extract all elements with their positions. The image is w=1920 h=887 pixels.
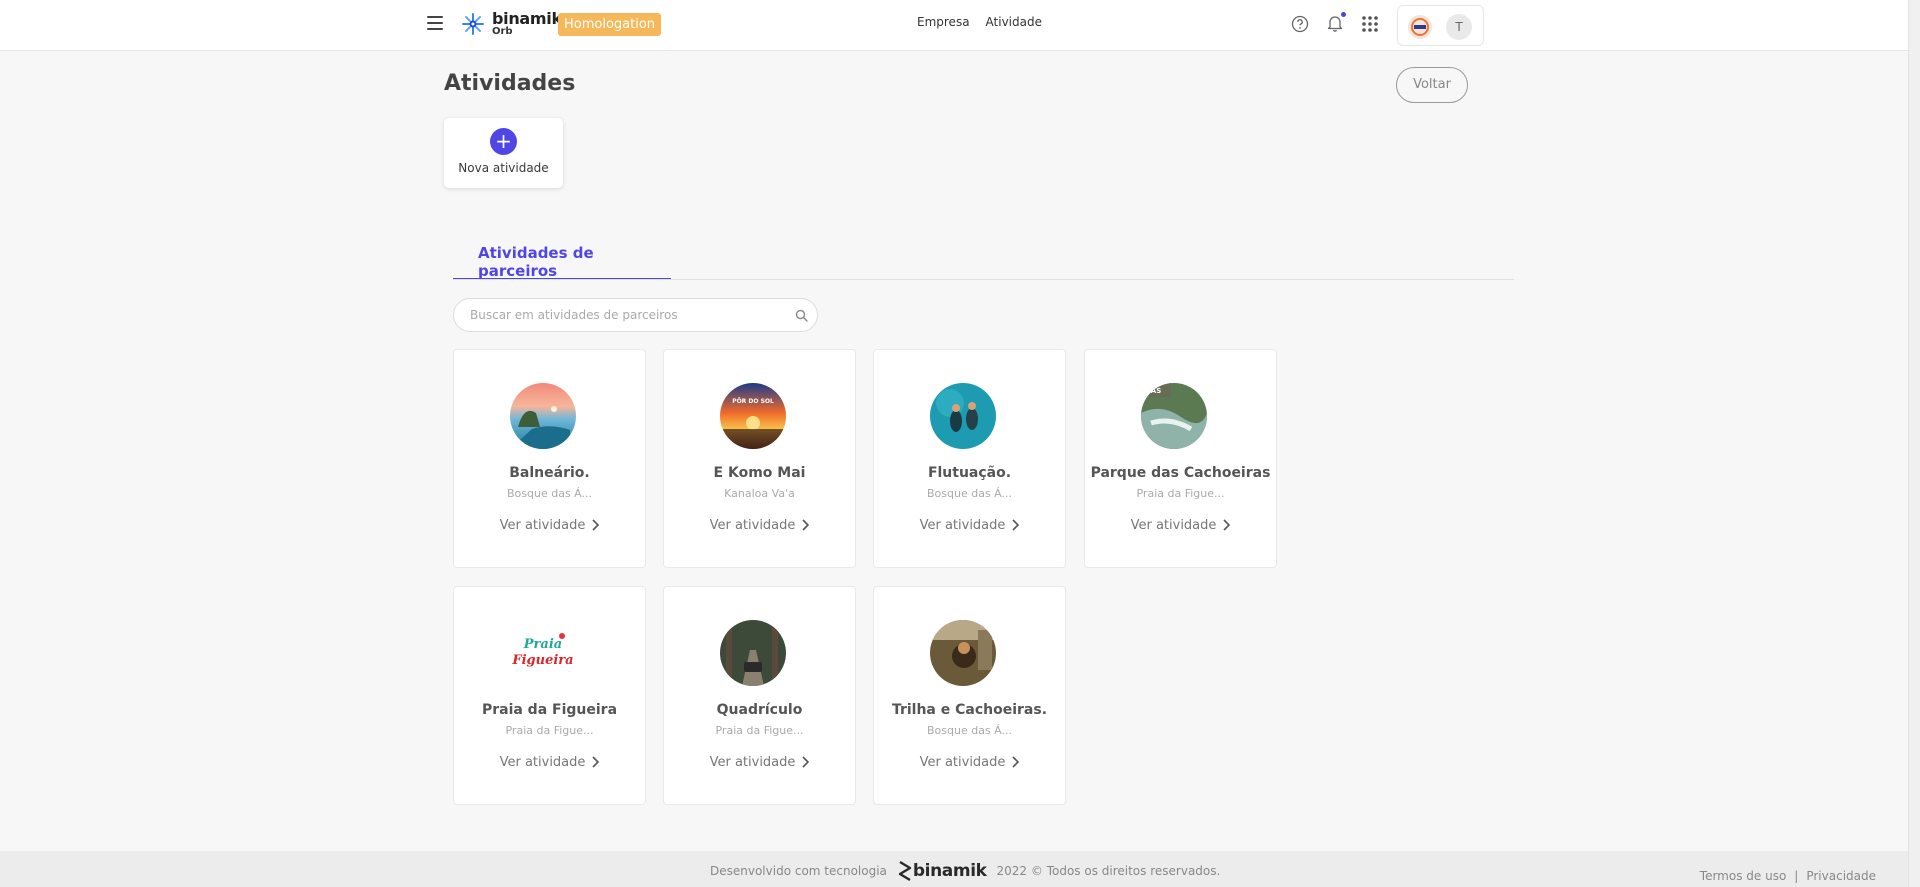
chevron-right-icon: [1223, 519, 1231, 531]
developed-by-text: Desenvolvido com tecnologia: [710, 864, 887, 878]
activity-title: Flutuação.: [927, 465, 1012, 481]
activity-partner: Bosque das Á...: [927, 724, 1012, 737]
footer-links: Termos de uso | Privacidade: [1700, 869, 1876, 883]
activity-title: E Komo Mai: [713, 465, 806, 481]
activity-title: Balneário.: [509, 465, 590, 481]
activity-partner: Bosque das Á...: [507, 487, 592, 500]
search-input[interactable]: [470, 299, 780, 331]
view-activity-link[interactable]: Ver atividade: [664, 518, 855, 533]
activity-title: Quadrículo: [716, 702, 803, 718]
activity-thumbnail: [720, 620, 786, 686]
user-avatar: T: [1446, 14, 1472, 40]
terms-link[interactable]: Termos de uso: [1700, 869, 1787, 883]
view-activity-label: Ver atividade: [919, 518, 1006, 533]
footer-brand-name: binamik: [912, 861, 987, 881]
activity-card[interactable]: Praia Figueira Praia da Figueira Praia d…: [453, 586, 646, 805]
logo-subtitle: Orb: [492, 26, 513, 37]
plus-icon: +: [490, 128, 517, 155]
activity-card[interactable]: DAS Parque das Cachoeiras Praia da Figue…: [1084, 349, 1277, 568]
view-activity-link[interactable]: Ver atividade: [874, 755, 1065, 770]
top-nav: Empresa Atividade: [917, 15, 1042, 29]
user-menu[interactable]: T: [1397, 5, 1484, 46]
view-activity-link[interactable]: Ver atividade: [454, 518, 645, 533]
new-activity-button[interactable]: + Nova atividade: [444, 118, 563, 188]
activity-title: Trilha e Cachoeiras.: [891, 702, 1048, 718]
view-activity-label: Ver atividade: [499, 518, 586, 533]
tab-label: Atividades de parceiros: [478, 244, 594, 280]
activity-title: Praia da Figueira: [481, 702, 618, 718]
view-activity-label: Ver atividade: [1130, 518, 1217, 533]
hamburger-menu-icon[interactable]: [427, 16, 443, 32]
thumbnail-text: PÔR DO SOL: [732, 398, 774, 405]
privacy-link[interactable]: Privacidade: [1806, 869, 1876, 883]
chevron-right-icon: [592, 756, 600, 768]
footer-brand[interactable]: binamik: [897, 860, 987, 882]
footer: Desenvolvido com tecnologia binamik 2022…: [0, 851, 1908, 887]
copyright-text: 2022 © Todos os direitos reservados.: [996, 864, 1221, 878]
view-activity-link[interactable]: Ver atividade: [874, 518, 1065, 533]
view-activity-link[interactable]: Ver atividade: [454, 755, 645, 770]
chevron-right-icon: [592, 519, 600, 531]
tab-atividades-de-parceiros[interactable]: Atividades de parceiros: [453, 230, 671, 280]
view-activity-link[interactable]: Ver atividade: [664, 755, 855, 770]
activity-card[interactable]: PÔR DO SOL E Komo Mai Kanaloa Va'a Ver a…: [663, 349, 856, 568]
binamik-logo[interactable]: binamik Orb: [460, 11, 562, 37]
logo-name: binamik: [492, 9, 562, 28]
activity-partner: Praia da Figue...: [1136, 487, 1225, 500]
chevron-right-icon: [1012, 756, 1020, 768]
nav-empresa[interactable]: Empresa: [917, 15, 970, 29]
thumbnail-text: Figueira: [511, 653, 573, 668]
activity-partner: Bosque das Á...: [927, 487, 1012, 500]
activity-partner: Praia da Figue...: [505, 724, 594, 737]
page-scrollbar[interactable]: [1908, 0, 1920, 887]
activity-card[interactable]: Trilha e Cachoeiras. Bosque das Á... Ver…: [873, 586, 1066, 805]
activity-thumbnail: [930, 620, 996, 686]
chevron-right-icon: [802, 519, 810, 531]
view-activity-label: Ver atividade: [499, 755, 586, 770]
notification-dot: [1341, 12, 1346, 17]
view-activity-link[interactable]: Ver atividade: [1085, 518, 1276, 533]
activity-card[interactable]: Flutuação. Bosque das Á... Ver atividade: [873, 349, 1066, 568]
footer-separator: |: [1794, 869, 1799, 883]
company-avatar: [1408, 15, 1432, 39]
thumbnail-text: Praia: [523, 637, 562, 652]
binamik-logo-icon: [462, 13, 484, 35]
tabs-divider: [453, 279, 1514, 280]
footer-credits: Desenvolvido com tecnologia binamik 2022…: [710, 860, 1220, 882]
thumbnail-text: DAS: [1145, 387, 1161, 395]
view-activity-label: Ver atividade: [709, 518, 796, 533]
activity-thumbnail: Praia Figueira: [510, 620, 576, 686]
partner-search: [453, 298, 818, 332]
activity-partner: Kanaloa Va'a: [724, 487, 795, 500]
activity-thumbnail: [930, 383, 996, 449]
activity-thumbnail: PÔR DO SOL: [720, 383, 786, 449]
environment-badge: Homologation: [558, 13, 662, 36]
help-icon[interactable]: [1290, 14, 1310, 34]
activity-card[interactable]: Quadrículo Praia da Figue... Ver ativida…: [663, 586, 856, 805]
activity-partner: Praia da Figue...: [715, 724, 804, 737]
activity-thumbnail: [510, 383, 576, 449]
view-activity-label: Ver atividade: [919, 755, 1006, 770]
chevron-right-icon: [1012, 519, 1020, 531]
activity-title: Parque das Cachoeiras: [1090, 465, 1271, 481]
view-activity-label: Ver atividade: [709, 755, 796, 770]
page-title: Atividades: [444, 71, 576, 96]
top-header: binamik Orb Homologation Empresa Ativida…: [0, 0, 1908, 51]
chevron-right-icon: [802, 756, 810, 768]
back-button[interactable]: Voltar: [1396, 67, 1468, 103]
search-icon[interactable]: [795, 309, 808, 322]
activity-card[interactable]: Balneário. Bosque das Á... Ver atividade: [453, 349, 646, 568]
nav-atividade[interactable]: Atividade: [986, 15, 1042, 29]
binamik-mark-icon: [898, 860, 912, 882]
apps-grid-icon[interactable]: [1360, 14, 1380, 34]
activity-thumbnail: DAS: [1141, 383, 1207, 449]
new-activity-label: Nova atividade: [458, 161, 549, 175]
